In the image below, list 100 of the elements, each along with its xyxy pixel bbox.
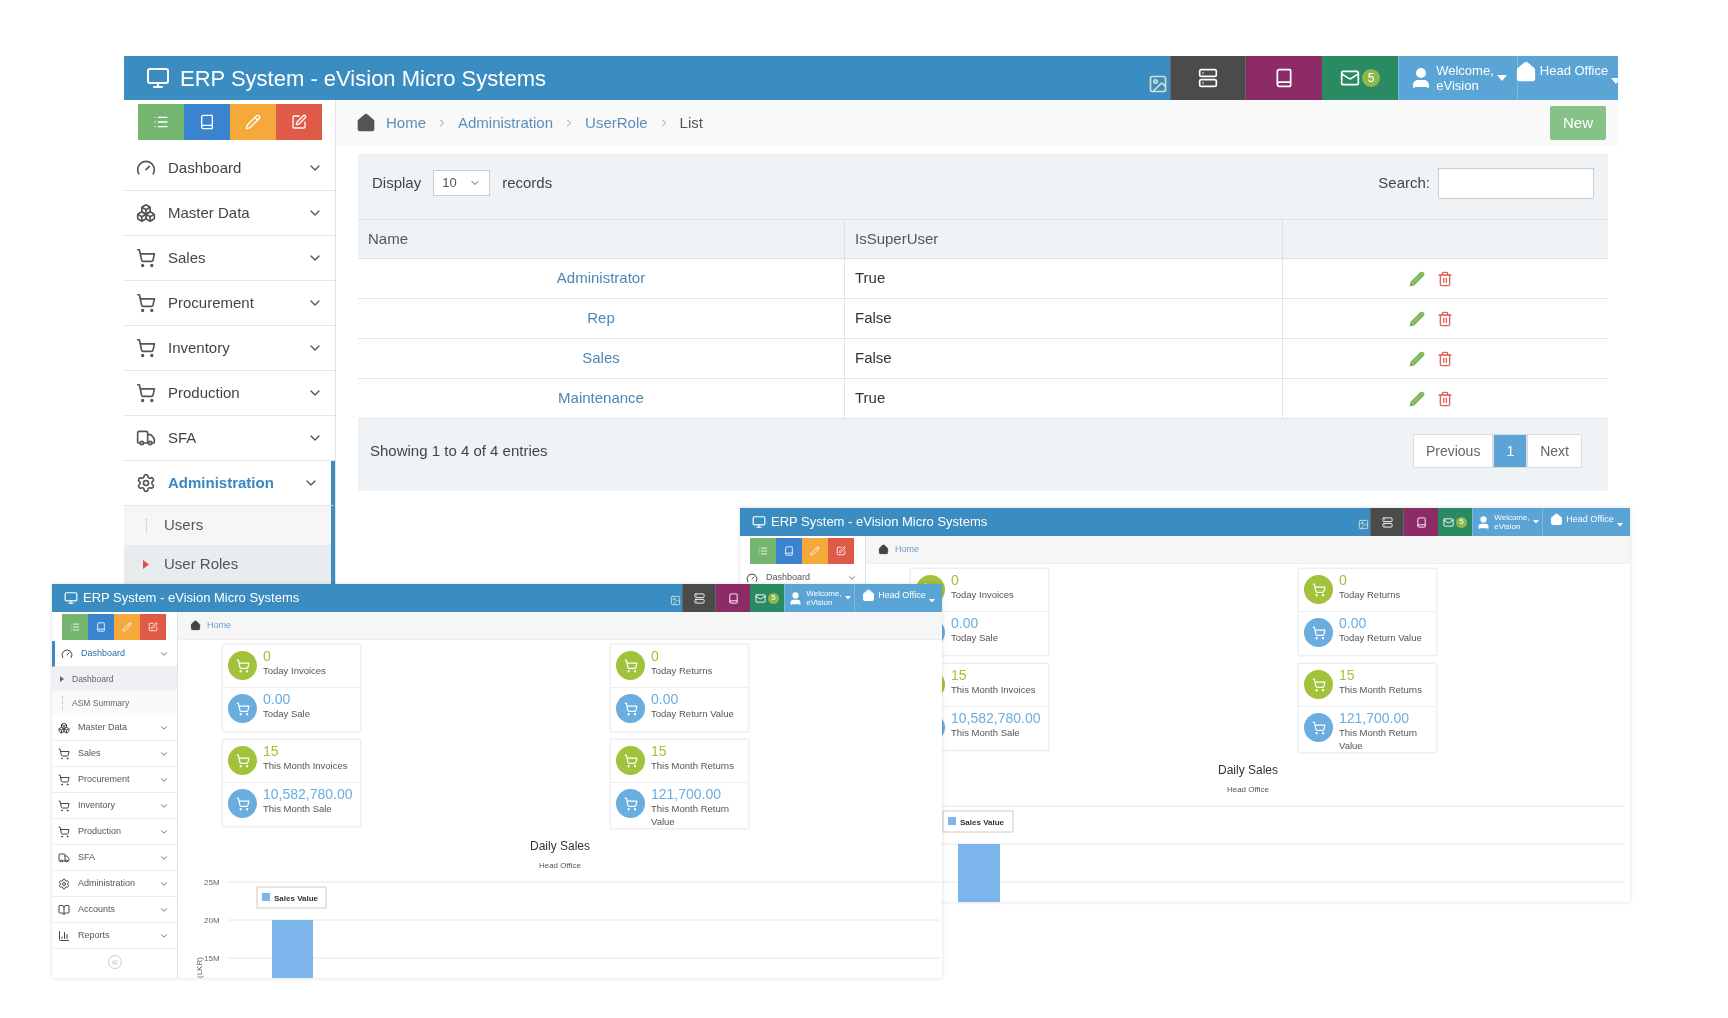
sidebar-item[interactable]: Production [124,371,335,416]
trash-icon[interactable] [1436,310,1453,327]
sidebar-subitem[interactable]: ASM Summary [52,691,177,715]
envelope-icon [1443,516,1454,528]
list-button[interactable] [1370,508,1404,536]
edit-button[interactable] [828,538,854,564]
records-label: records [502,172,553,193]
list-button[interactable] [682,584,716,612]
triangle-icon [143,560,149,569]
sidebar-subitem[interactable]: Dashboard [52,667,177,691]
pencil-icon[interactable] [1408,270,1425,287]
chart-legend[interactable]: Sales Value [942,810,1014,833]
page-size-select[interactable]: 10 [433,170,491,196]
table-cell[interactable]: Sales [358,339,845,378]
pencil-icon[interactable] [1408,390,1425,407]
double-chevron-icon [110,957,119,967]
pencil-button[interactable] [802,538,828,564]
table-cell[interactable]: Administrator [358,259,845,298]
search-field[interactable] [1438,167,1594,199]
sidebar-item[interactable]: Production [52,819,177,845]
page-button[interactable]: Next [1527,434,1582,468]
pencil-button[interactable] [230,104,276,140]
edit-button[interactable] [140,614,166,640]
sidebar-item[interactable]: Reports [52,923,177,949]
edit-button[interactable] [276,104,322,140]
list-button[interactable] [1170,56,1246,100]
display-label: Display [372,172,422,193]
bar-chart-icon [58,929,70,942]
window-title: ERP System - eVision Micro Systems [83,589,300,608]
sidebar-item[interactable]: Administration [52,871,177,897]
pencil-button[interactable] [114,614,140,640]
stat-label: Today Invoices [263,664,326,677]
stat-label: This Month Sale [263,802,333,815]
stat-label: Today Return Value [1339,631,1422,644]
window-title: ERP System - eVision Micro Systems [180,64,546,93]
sidebar-item[interactable]: Procurement [124,281,335,326]
chart-bar [958,844,1000,902]
cart-icon [58,799,70,812]
caret-icon [1496,75,1507,81]
stat-value: 15 [651,743,668,759]
stat-value: 0.00 [651,691,680,707]
book-icon [1415,516,1427,528]
stat-label: Today Returns [1339,588,1401,601]
cart-icon [58,773,70,786]
pencil-icon[interactable] [1408,350,1425,367]
user-icon [788,590,804,606]
sidebar-item[interactable]: Procurement [52,767,177,793]
book-button[interactable] [1246,56,1322,100]
stat-value: 121,700.00 [1339,710,1411,726]
stat-value: 0 [1339,572,1348,588]
breadcrumb-link[interactable]: Administration [458,111,554,135]
sidebar-item[interactable]: SFA [124,416,335,461]
book-button[interactable] [184,104,230,140]
count-badge: 5 [1456,516,1467,528]
pencil-icon [122,622,132,632]
monitor-icon [146,66,170,90]
stat-label: This Month Sale [951,726,1021,739]
sidebar-item[interactable]: Sales [124,236,335,281]
chart-subtitle: Head Office [538,860,582,872]
stat-label: Today Sale [263,707,310,720]
count-badge: 5 [768,592,779,604]
sidebar-item[interactable]: Inventory [124,326,335,371]
page-button[interactable]: Previous [1412,434,1494,468]
table-cell[interactable]: Maintenance [358,379,845,418]
image-icon [669,595,681,606]
stat-label: Today Sale [951,631,998,644]
stat-label: Today Invoices [951,588,1014,601]
column-header[interactable]: IsSuperUser [845,220,1283,258]
table-cell: True [845,259,1283,298]
pencil-icon[interactable] [1408,310,1425,327]
sidebar-item[interactable]: Master Data [52,715,177,741]
sidebar-item[interactable]: Sales [52,741,177,767]
window-title: ERP System - eVision Micro Systems [771,513,988,532]
book-button[interactable] [1404,508,1438,536]
list-icon [153,114,169,130]
sidebar-item[interactable]: Inventory [52,793,177,819]
chart-legend[interactable]: Sales Value [256,886,327,909]
book-icon [1274,68,1294,88]
trash-icon[interactable] [1436,270,1453,287]
column-header[interactable]: Name [358,220,845,258]
sidebar-subitem[interactable]: User Roles [124,545,335,584]
sidebar-item[interactable]: SFA [52,845,177,871]
breadcrumb-link[interactable]: UserRole [585,111,648,135]
table-cell[interactable]: Rep [358,299,845,338]
sidebar-item[interactable]: Accounts [52,897,177,923]
cart-icon [136,293,156,313]
trash-icon[interactable] [1436,390,1453,407]
sidebar-subitem[interactable]: Users [124,506,335,545]
house-icon [878,544,889,555]
table-cell: True [845,379,1283,418]
book-button[interactable] [716,584,750,612]
sidebar-item[interactable]: Dashboard [124,146,335,191]
sidebar-item[interactable]: Master Data [124,191,335,236]
image-icon [1357,519,1369,530]
triangle-icon [60,676,64,682]
trash-icon[interactable] [1436,350,1453,367]
caret-icon [1532,520,1539,524]
tick-label: 20M [204,916,220,925]
breadcrumb-link[interactable]: Home [386,111,426,135]
cart-icon [58,747,70,760]
